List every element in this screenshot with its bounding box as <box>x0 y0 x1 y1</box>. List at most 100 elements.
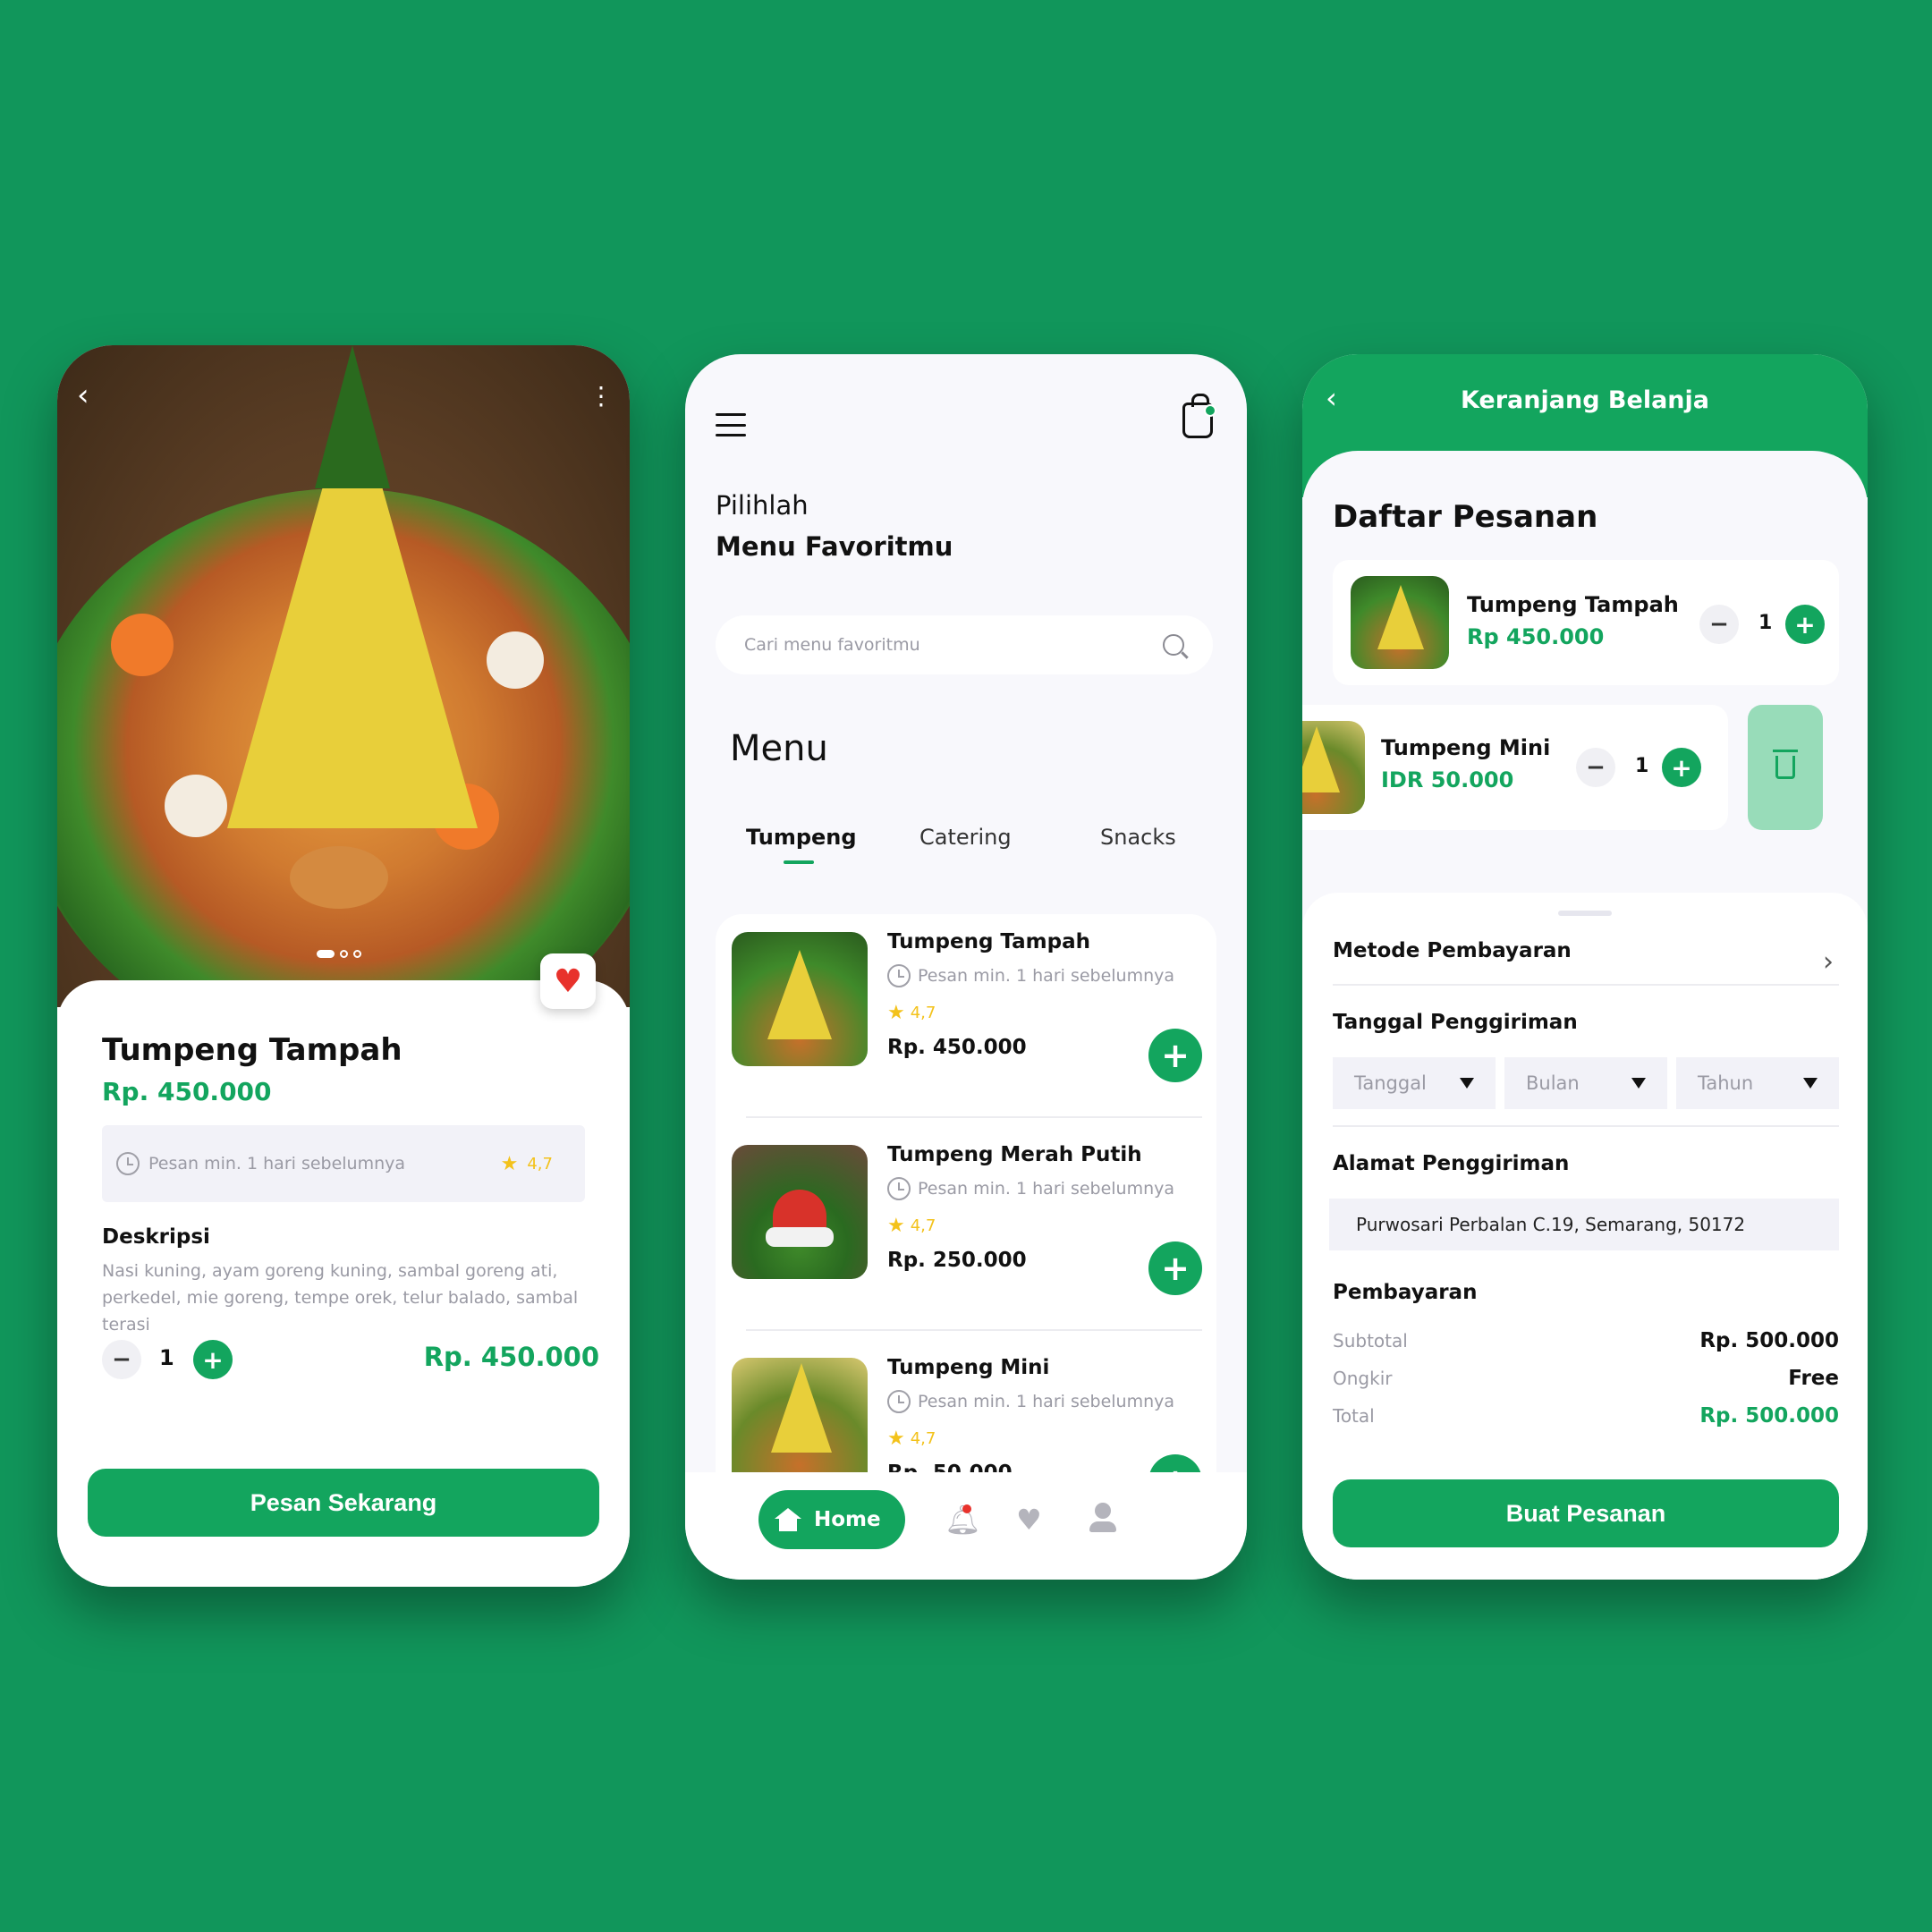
cart-badge <box>1204 404 1216 417</box>
dropdown-icon <box>1631 1078 1646 1089</box>
shipping-label: Ongkir <box>1333 1368 1393 1389</box>
drag-handle[interactable] <box>1558 911 1612 916</box>
minus-icon: − <box>1586 754 1606 781</box>
rating-value: 4,7 <box>910 1429 936 1448</box>
greeting-line-2: Menu Favoritmu <box>716 531 953 562</box>
year-select[interactable]: Tahun <box>1676 1057 1839 1109</box>
shipping-value: Free <box>1788 1367 1839 1390</box>
order-info-box: Pesan min. 1 hari sebelumnya ★ 4,7 <box>102 1125 585 1202</box>
menu-section-title: Menu <box>730 728 828 769</box>
menu-list: Tumpeng Tampah Pesan min. 1 hari sebelum… <box>716 914 1216 1558</box>
carousel-indicator[interactable] <box>317 950 361 958</box>
more-vertical-icon[interactable]: ⋮ <box>589 381 614 411</box>
favorite-button[interactable]: ♥ <box>540 953 596 1009</box>
total-row: Total Rp. 500.000 <box>1333 1404 1839 1428</box>
heart-icon: ♥ <box>553 962 583 1000</box>
quantity-decrease-button[interactable]: − <box>102 1340 141 1379</box>
item-price: Rp 450.000 <box>1467 624 1605 649</box>
clock-icon <box>887 1390 911 1413</box>
item-info: Pesan min. 1 hari sebelumnya <box>887 1390 1174 1413</box>
hamburger-menu-icon[interactable] <box>716 413 746 436</box>
profile-icon[interactable] <box>1089 1503 1116 1532</box>
quantity-decrease-button[interactable]: − <box>1576 748 1615 787</box>
heart-nav-icon[interactable]: ♥ <box>1016 1503 1042 1537</box>
day-select-value: Tanggal <box>1354 1072 1427 1094</box>
nav-home[interactable]: Home <box>758 1490 905 1549</box>
divider <box>746 1329 1202 1331</box>
rating-value: 4,7 <box>910 1004 936 1022</box>
list-item[interactable]: Tumpeng Merah Putih Pesan min. 1 hari se… <box>716 1127 1216 1338</box>
active-tab-indicator <box>784 860 814 864</box>
item-info: Pesan min. 1 hari sebelumnya <box>887 964 1174 987</box>
dropdown-icon <box>1803 1078 1818 1089</box>
menu-screen: Pilihlah Menu Favoritmu Cari menu favori… <box>685 354 1247 1580</box>
total-price: Rp. 450.000 <box>423 1342 599 1372</box>
product-hero-image <box>57 345 630 1007</box>
item-name: Tumpeng Mini <box>1381 735 1551 760</box>
bottom-navigation: Home 🔔︎ ♥ <box>685 1472 1247 1580</box>
quantity-value: 1 <box>1635 755 1649 777</box>
chevron-right-icon[interactable]: › <box>1823 946 1834 978</box>
tab-snacks[interactable]: Snacks <box>1100 825 1176 850</box>
order-list-title: Daftar Pesanan <box>1333 499 1598 535</box>
quantity-increase-button[interactable]: + <box>193 1340 233 1379</box>
quantity-increase-button[interactable]: + <box>1662 748 1701 787</box>
order-info-text: Pesan min. 1 hari sebelumnya <box>148 1154 406 1174</box>
star-icon: ★ <box>887 1428 905 1450</box>
clock-icon <box>887 964 911 987</box>
item-rating: ★ 4,7 <box>887 1215 936 1237</box>
quantity-value: 1 <box>159 1345 174 1370</box>
trash-icon <box>1773 750 1798 779</box>
search-placeholder: Cari menu favoritmu <box>744 635 920 655</box>
item-price: Rp. 250.000 <box>887 1249 1027 1272</box>
add-to-cart-button[interactable]: + <box>1148 1241 1202 1295</box>
shipping-row: Ongkir Free <box>1333 1367 1839 1390</box>
cart-screen: ‹ Keranjang Belanja Daftar Pesanan Tumpe… <box>1302 354 1868 1580</box>
item-image <box>732 1145 868 1279</box>
rating-value: 4,7 <box>527 1154 553 1174</box>
description-text: Nasi kuning, ayam goreng kuning, sambal … <box>102 1261 579 1335</box>
add-to-cart-button[interactable]: + <box>1148 1029 1202 1082</box>
minus-icon: − <box>112 1346 131 1373</box>
month-select-value: Bulan <box>1526 1072 1580 1094</box>
description-title: Deskripsi <box>102 1225 210 1249</box>
cart-item: Tumpeng Mini IDR 50.000 − 1 + <box>1302 705 1728 830</box>
greeting-line-1: Pilihlah <box>716 490 809 521</box>
item-price: IDR 50.000 <box>1381 767 1514 792</box>
month-select[interactable]: Bulan <box>1504 1057 1667 1109</box>
tab-tumpeng[interactable]: Tumpeng <box>746 825 857 850</box>
item-name: Tumpeng Tampah <box>887 930 1090 953</box>
address-label: Alamat Penggiriman <box>1333 1152 1570 1175</box>
list-item[interactable]: Tumpeng Tampah Pesan min. 1 hari sebelum… <box>716 914 1216 1125</box>
search-input[interactable]: Cari menu favoritmu <box>716 615 1213 674</box>
item-image <box>1302 721 1365 814</box>
item-info-text: Pesan min. 1 hari sebelumnya <box>918 1392 1175 1411</box>
item-name: Tumpeng Tampah <box>1467 592 1679 617</box>
day-select[interactable]: Tanggal <box>1333 1057 1496 1109</box>
home-icon <box>775 1508 801 1531</box>
nav-home-label: Home <box>814 1508 881 1531</box>
plus-icon: + <box>202 1344 224 1375</box>
payment-method-row[interactable]: Metode Pembayaran <box>1333 939 1572 962</box>
search-icon[interactable] <box>1163 634 1184 656</box>
item-info-text: Pesan min. 1 hari sebelumnya <box>918 966 1175 986</box>
tab-catering[interactable]: Catering <box>919 825 1012 850</box>
quantity-decrease-button[interactable]: − <box>1699 605 1739 644</box>
quantity-value: 1 <box>1758 612 1773 634</box>
cart-title: Keranjang Belanja <box>1460 386 1709 414</box>
star-icon: ★ <box>500 1152 519 1175</box>
plus-icon: + <box>1161 1249 1190 1288</box>
plus-icon: + <box>1161 1036 1190 1075</box>
back-icon[interactable]: ‹ <box>77 377 89 413</box>
place-order-button[interactable]: Buat Pesanan <box>1333 1479 1839 1547</box>
rating-value: 4,7 <box>910 1216 936 1235</box>
order-now-button[interactable]: Pesan Sekarang <box>88 1469 599 1537</box>
item-info: Pesan min. 1 hari sebelumnya <box>887 1177 1174 1200</box>
address-field[interactable]: Purwosari Perbalan C.19, Semarang, 50172 <box>1329 1199 1839 1250</box>
item-name: Tumpeng Mini <box>887 1356 1050 1379</box>
clock-icon <box>887 1177 911 1200</box>
bell-icon[interactable]: 🔔︎ <box>945 1503 981 1537</box>
delete-item-button[interactable] <box>1748 705 1823 830</box>
divider <box>1333 1125 1839 1127</box>
quantity-increase-button[interactable]: + <box>1785 605 1825 644</box>
